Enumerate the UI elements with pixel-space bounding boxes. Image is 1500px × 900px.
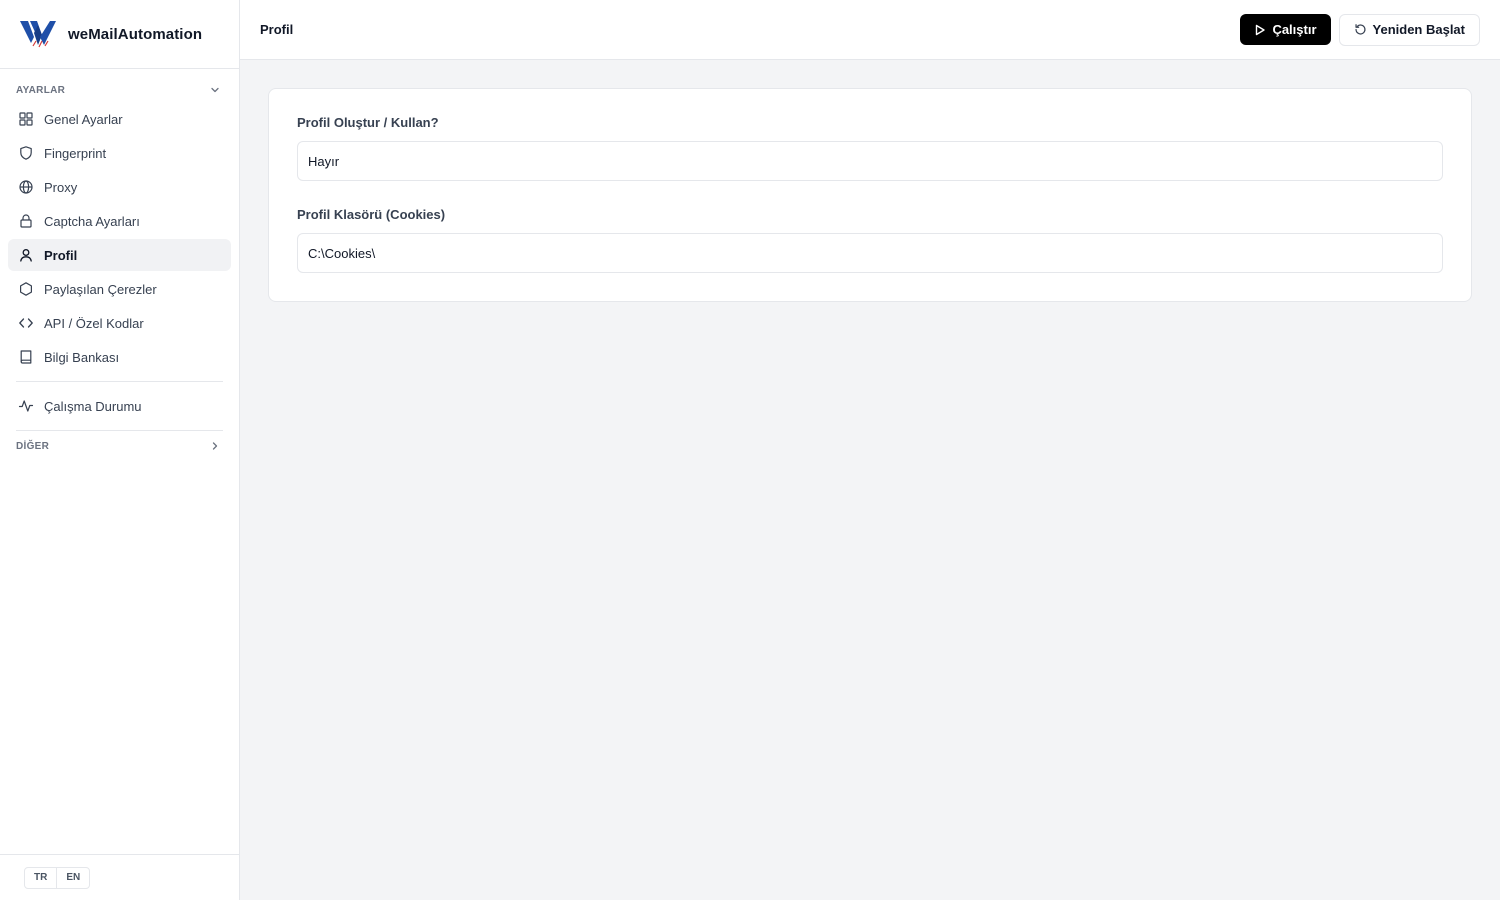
shield-icon (20, 146, 32, 160)
sidebar-item-label: Paylaşılan Çerezler (44, 281, 157, 297)
section-settings-header[interactable]: AYARLAR (0, 79, 239, 101)
language-tr-button[interactable]: TR (25, 868, 56, 888)
rotate-ccw-icon (1354, 24, 1366, 35)
section-other-label: DİĞER (16, 440, 50, 452)
restart-button[interactable]: Yeniden Başlat (1338, 13, 1480, 46)
run-button-label: Çalıştır (1272, 22, 1317, 37)
sidebar-item-label: Çalışma Durumu (44, 398, 142, 414)
language-en-button[interactable]: EN (56, 867, 89, 888)
wemail-logo-icon (20, 21, 56, 48)
page-title: Profil (260, 22, 294, 37)
profile-folder-value: C:\Cookies\ (308, 245, 376, 261)
sidebar-item-bilgi-bankasi[interactable]: Bilgi Bankası (8, 341, 231, 373)
book-icon (20, 350, 32, 364)
code-icon (19, 318, 33, 328)
globe-icon (19, 180, 33, 194)
lock-icon (20, 214, 32, 228)
brand: weMailAutomation (0, 0, 239, 69)
sidebar-divider (16, 381, 223, 382)
profile-settings-card: Profil Oluştur / Kullan? Hayır Profil Kl… (268, 88, 1472, 302)
sidebar-item-api-ozel-kodlar[interactable]: API / Özel Kodlar (8, 307, 231, 339)
sidebar-item-fingerprint[interactable]: Fingerprint (8, 137, 231, 169)
chevron-down-icon (211, 87, 219, 93)
user-icon (20, 249, 32, 262)
sidebar-item-genel-ayarlar[interactable]: Genel Ayarlar (8, 103, 231, 135)
restart-button-label: Yeniden Başlat (1372, 22, 1465, 37)
profile-folder-label: Profil Klasörü (Cookies) (297, 207, 446, 222)
profile-create-select[interactable]: Hayır (297, 141, 1443, 181)
sidebar-item-label: Profil (44, 247, 78, 263)
sidebar-status-nav: Çalışma Durumu (0, 390, 239, 422)
sidebar-item-captcha-ayarlari[interactable]: Captcha Ayarları (8, 205, 231, 237)
sidebar-item-label: Genel Ayarlar (44, 111, 123, 127)
language-switch: TR EN (24, 866, 91, 889)
sidebar-item-label: API / Özel Kodlar (44, 315, 144, 331)
activity-icon (18, 400, 34, 412)
sidebar-footer: TR EN (0, 854, 239, 900)
profile-folder-input[interactable]: C:\Cookies\ (297, 233, 1443, 273)
sidebar-item-calisma-durumu[interactable]: Çalışma Durumu (8, 390, 231, 422)
sidebar-divider (16, 430, 223, 431)
sidebar-item-paylasilan-cerezler[interactable]: Paylaşılan Çerezler (8, 273, 231, 305)
top-bar: Profil Çalıştır Yeniden Başlat (240, 0, 1500, 60)
grid-icon (19, 112, 33, 126)
header-actions: Çalıştır Yeniden Başlat (1240, 13, 1480, 46)
sidebar-nav: Genel Ayarlar Fingerprint Proxy Captcha … (0, 103, 239, 373)
sidebar-item-label: Proxy (44, 179, 78, 195)
run-button[interactable]: Çalıştır (1240, 14, 1331, 45)
profile-create-label: Profil Oluştur / Kullan? (297, 115, 439, 130)
sidebar-item-proxy[interactable]: Proxy (8, 171, 231, 203)
sidebar-item-profil[interactable]: Profil (8, 239, 231, 271)
hexagon-icon (19, 282, 32, 296)
profile-create-value: Hayır (308, 153, 340, 169)
play-icon (1256, 24, 1266, 35)
brand-name: weMailAutomation (68, 25, 203, 43)
sidebar: weMailAutomation AYARLAR Genel Ayarlar F… (0, 0, 240, 900)
chevron-right-icon (212, 442, 218, 450)
section-other-header[interactable]: DİĞER (0, 435, 239, 457)
main-content: Profil Oluştur / Kullan? Hayır Profil Kl… (240, 60, 1500, 900)
sidebar-item-label: Captcha Ayarları (44, 213, 140, 229)
sidebar-item-label: Bilgi Bankası (44, 349, 120, 365)
sidebar-item-label: Fingerprint (44, 145, 107, 161)
section-settings-label: AYARLAR (16, 84, 66, 96)
